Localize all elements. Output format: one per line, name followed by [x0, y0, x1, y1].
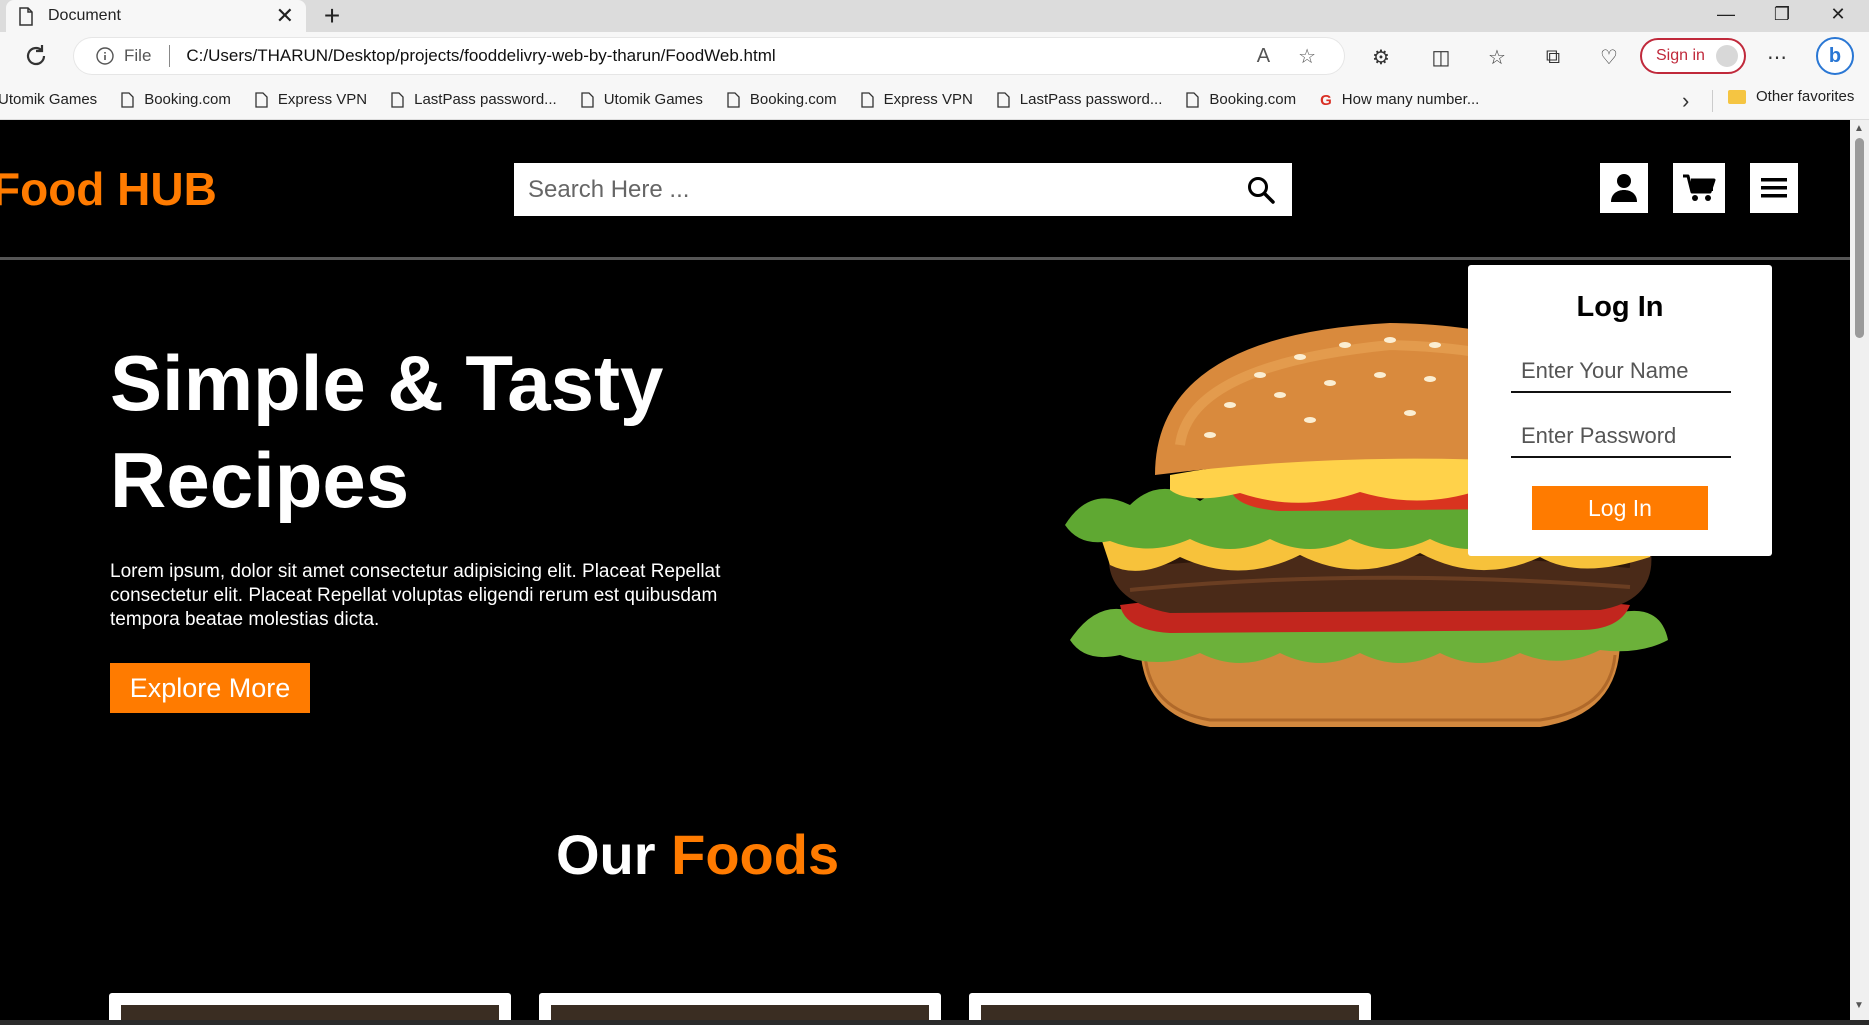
explore-more-button[interactable]: Explore More [110, 663, 310, 713]
restore-icon[interactable]: ❐ [1752, 0, 1812, 28]
split-screen-icon[interactable]: ◫ [1428, 44, 1454, 70]
favorites-bar: Utomik Games Booking.com Express VPN Las… [0, 80, 1869, 120]
scroll-down-icon[interactable]: ▼ [1854, 1000, 1864, 1011]
taskbar-edge [0, 1020, 1869, 1025]
favorite-item[interactable]: LastPass password... [391, 91, 557, 108]
search-icon[interactable] [1246, 175, 1276, 205]
user-button[interactable] [1600, 163, 1648, 213]
page-icon [997, 91, 1010, 108]
cart-button[interactable] [1673, 163, 1725, 213]
chevron-right-icon[interactable]: › [1682, 88, 1689, 114]
login-title: Log In [1576, 291, 1664, 323]
password-field[interactable] [1511, 416, 1731, 458]
favorite-item[interactable]: Booking.com [121, 91, 231, 108]
login-panel: Log In Log In [1468, 265, 1772, 556]
collections-icon[interactable]: ⧉ [1540, 44, 1566, 70]
extensions-icon[interactable]: ⚙ [1368, 44, 1394, 70]
food-card[interactable] [539, 993, 941, 1020]
favorite-star-icon[interactable]: ☆ [1298, 44, 1316, 69]
reload-icon[interactable] [22, 42, 50, 70]
browser-tab[interactable]: Document ✕ [6, 0, 306, 32]
bing-copilot-icon[interactable]: b [1816, 37, 1854, 75]
hero-description: Lorem ipsum, dolor sit amet consectetur … [110, 561, 721, 630]
name-field[interactable] [1511, 351, 1731, 393]
favorite-item[interactable]: Booking.com [727, 91, 837, 108]
web-page: Food HUB Simple & Tasty Recipes Lorem ip… [0, 120, 1850, 1020]
document-icon [19, 6, 33, 26]
favorite-item[interactable]: G How many number... [1320, 91, 1479, 109]
search-input[interactable] [514, 163, 1246, 216]
food-card-image [121, 1005, 499, 1020]
scrollbar-thumb[interactable] [1855, 138, 1864, 338]
page-icon [860, 91, 874, 108]
page-icon [255, 91, 268, 108]
separator [169, 45, 171, 67]
page-scrollbar[interactable]: ▲ ▼ [1850, 120, 1869, 1020]
food-card[interactable] [109, 993, 511, 1020]
section-title-accent: Foods [671, 823, 840, 886]
page-icon [581, 91, 594, 108]
favorite-item[interactable]: Utomik Games [581, 91, 703, 108]
other-favorites[interactable]: Other favorites [1728, 88, 1854, 105]
tab-title: Document [48, 7, 121, 24]
sign-in-button[interactable]: Sign in [1640, 38, 1746, 74]
page-icon [727, 91, 740, 108]
read-aloud-icon[interactable]: A [1257, 45, 1270, 68]
hero-title: Simple & Tasty Recipes [110, 339, 664, 524]
food-card-image [551, 1005, 929, 1020]
page-icon [1186, 91, 1200, 108]
site-logo[interactable]: Food HUB [0, 162, 217, 216]
page-icon [121, 91, 134, 108]
url-text[interactable]: C:/Users/THARUN/Desktop/projects/fooddel… [186, 46, 1256, 66]
header-divider [0, 257, 1850, 260]
browser-tab-bar: Document ✕ + — ❐ ✕ [0, 0, 1869, 32]
page-icon [391, 91, 404, 108]
favorites-icon[interactable]: ☆ [1484, 44, 1510, 70]
file-label: File [124, 46, 152, 65]
folder-icon [1728, 89, 1746, 104]
favorite-item[interactable]: Express VPN [860, 91, 973, 108]
close-tab-icon[interactable]: ✕ [276, 5, 294, 27]
section-title: Our Foods [556, 822, 839, 887]
browser-essentials-icon[interactable]: ♡ [1596, 44, 1622, 70]
login-button[interactable]: Log In [1532, 486, 1708, 530]
favorite-item[interactable]: Express VPN [255, 91, 367, 108]
favorite-item[interactable]: Booking.com [1186, 91, 1296, 108]
google-icon: G [1320, 91, 1332, 109]
minimize-icon[interactable]: — [1696, 0, 1756, 28]
favorite-item[interactable]: LastPass password... [997, 91, 1162, 108]
menu-button[interactable] [1750, 163, 1798, 213]
window-close-icon[interactable]: ✕ [1808, 0, 1868, 28]
food-card-image [981, 1005, 1359, 1020]
search-bar [514, 163, 1292, 216]
hamburger-menu-icon [1761, 178, 1787, 198]
info-icon[interactable] [96, 47, 114, 65]
address-bar-row: File C:/Users/THARUN/Desktop/projects/fo… [0, 32, 1869, 80]
food-card[interactable] [969, 993, 1371, 1020]
user-icon [1611, 174, 1637, 202]
section-title-part1: Our [556, 823, 672, 886]
new-tab-button[interactable]: + [316, 0, 348, 32]
separator [1712, 90, 1713, 112]
cart-icon [1683, 174, 1716, 201]
profile-avatar-icon [1716, 45, 1738, 67]
sign-in-label: Sign in [1656, 47, 1705, 64]
favorite-item[interactable]: Utomik Games [0, 91, 97, 108]
more-menu-icon[interactable]: ⋯ [1764, 44, 1790, 70]
address-bar[interactable]: File C:/Users/THARUN/Desktop/projects/fo… [74, 38, 1344, 74]
scroll-up-icon[interactable]: ▲ [1854, 123, 1864, 134]
